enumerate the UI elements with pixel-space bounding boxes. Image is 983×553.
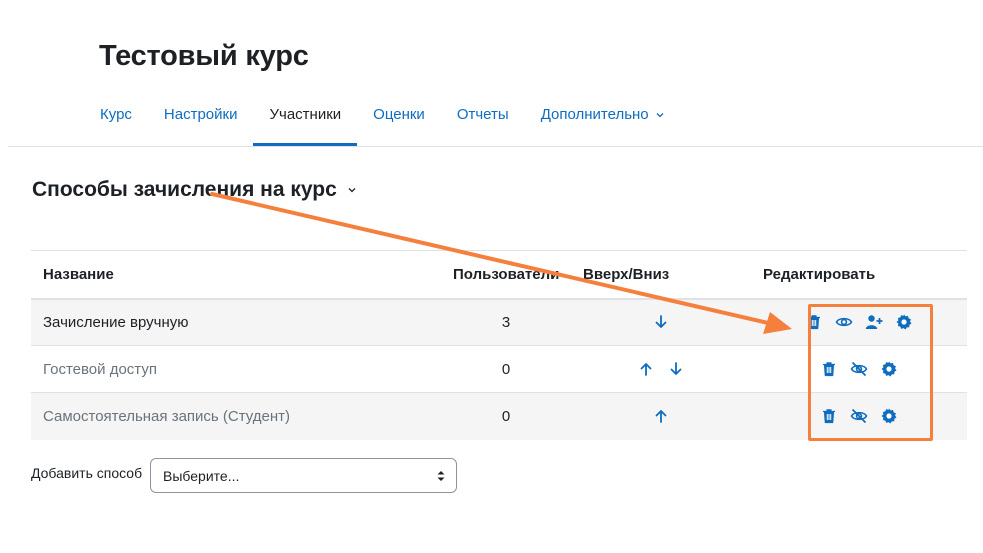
header-name: Название <box>31 250 441 300</box>
eye-icon[interactable] <box>835 313 853 331</box>
method-users: 0 <box>441 392 571 440</box>
arrow-down-icon[interactable] <box>667 360 685 378</box>
table-row: Самостоятельная запись (Студент) 0 <box>31 392 967 440</box>
trash-icon[interactable] <box>820 360 838 378</box>
tab-grades[interactable]: Оценки <box>357 96 441 146</box>
header-edit: Редактировать <box>751 250 967 300</box>
enrol-user-icon[interactable] <box>865 313 883 331</box>
table-row: Зачисление вручную 3 <box>31 298 967 346</box>
gear-icon[interactable] <box>880 360 898 378</box>
select-value: Выберите... <box>163 468 240 484</box>
edit-cell <box>751 345 967 393</box>
table-row: Гостевой доступ 0 <box>31 345 967 393</box>
tab-course[interactable]: Курс <box>84 96 148 146</box>
move-cell <box>571 345 751 393</box>
arrow-up-icon[interactable] <box>652 407 670 425</box>
tab-settings[interactable]: Настройки <box>148 96 254 146</box>
tab-more-label: Дополнительно <box>540 106 649 123</box>
method-users: 3 <box>441 298 571 346</box>
nav-divider <box>8 146 983 147</box>
gear-icon[interactable] <box>895 313 913 331</box>
table-header-row: Название Пользователи Вверх/Вниз Редакти… <box>31 250 967 300</box>
move-cell <box>571 298 751 346</box>
eye-slash-icon[interactable] <box>850 360 868 378</box>
section-title: Способы зачисления на курс <box>32 178 337 201</box>
add-method-select[interactable]: Выберите... <box>150 458 457 493</box>
section-heading[interactable]: Способы зачисления на курс <box>32 178 357 202</box>
arrow-down-icon[interactable] <box>652 313 670 331</box>
trash-icon[interactable] <box>820 407 838 425</box>
chevron-down-icon <box>348 188 356 193</box>
course-nav: Курс Настройки Участники Оценки Отчеты Д… <box>84 96 681 146</box>
method-name: Самостоятельная запись (Студент) <box>31 392 441 440</box>
header-updown: Вверх/Вниз <box>571 250 751 300</box>
enrolment-methods-table: Название Пользователи Вверх/Вниз Редакти… <box>31 250 967 440</box>
tab-more[interactable]: Дополнительно <box>525 96 681 146</box>
edit-cell <box>751 392 967 440</box>
add-method-label: Добавить способ <box>31 465 143 481</box>
header-users: Пользователи <box>441 250 571 300</box>
method-name: Гостевой доступ <box>31 345 441 393</box>
edit-cell <box>751 298 967 346</box>
arrow-up-icon[interactable] <box>637 360 655 378</box>
select-arrows-icon <box>437 471 445 481</box>
tab-reports[interactable]: Отчеты <box>441 96 525 146</box>
page-title: Тестовый курс <box>99 40 309 72</box>
method-name: Зачисление вручную <box>31 298 441 346</box>
chevron-down-icon <box>656 113 664 118</box>
tab-participants[interactable]: Участники <box>253 96 358 146</box>
method-users: 0 <box>441 345 571 393</box>
gear-icon[interactable] <box>880 407 898 425</box>
eye-slash-icon[interactable] <box>850 407 868 425</box>
trash-icon[interactable] <box>805 313 823 331</box>
move-cell <box>571 392 751 440</box>
